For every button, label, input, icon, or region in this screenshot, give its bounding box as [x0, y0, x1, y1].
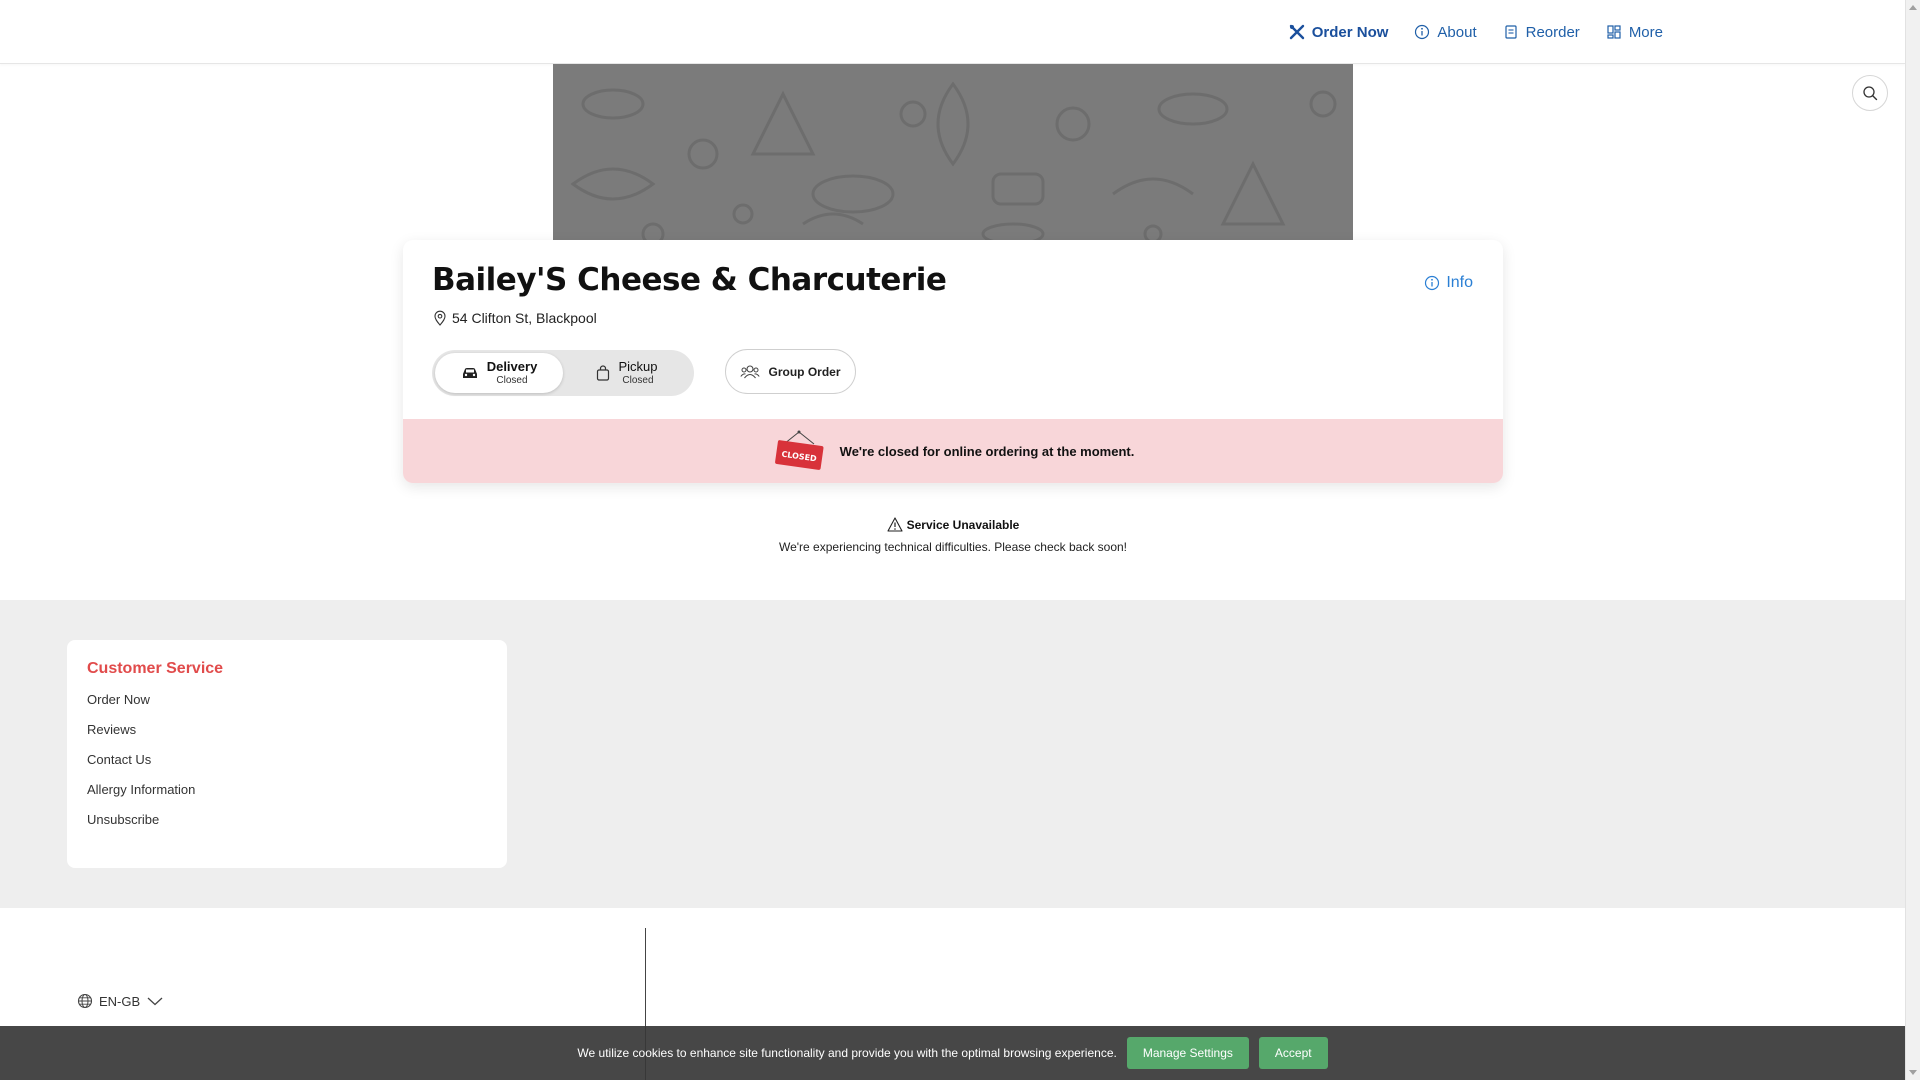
main-nav: Order Now About Reorder More [1289, 0, 1663, 64]
nav-more-label: More [1628, 23, 1663, 41]
store-info-link[interactable]: Info [1424, 274, 1473, 292]
service-unavailable-title: Service Unavailable [906, 518, 1020, 532]
footer-link-allergy-information[interactable]: Allergy Information [87, 782, 487, 812]
pickup-mode-status: Closed [622, 374, 654, 386]
chevron-down-icon [147, 997, 163, 1006]
info-circle-icon [1415, 24, 1430, 40]
page-scrollbar[interactable] [1905, 0, 1920, 1080]
group-order-label: Group Order [768, 364, 841, 379]
store-address: 54 Clifton St, Blackpool [432, 310, 597, 326]
nav-more[interactable]: More [1606, 24, 1663, 41]
service-unavailable-notice: Service Unavailable We're experiencing t… [553, 517, 1353, 554]
nav-reorder[interactable]: Reorder [1503, 24, 1580, 41]
scroll-up-arrow-icon[interactable] [1909, 5, 1917, 10]
location-pin-icon [434, 310, 446, 326]
car-icon [462, 368, 477, 378]
closed-notice-banner: CLOSED We're closed for online ordering … [403, 419, 1503, 483]
shopping-bag-icon [597, 365, 610, 381]
nav-order-now[interactable]: Order Now [1289, 23, 1389, 41]
footer-link-order-now[interactable]: Order Now [87, 692, 487, 722]
manage-settings-button[interactable]: Manage Settings [1126, 1037, 1249, 1069]
store-banner-image [553, 64, 1353, 240]
food-pattern-illustration [553, 64, 1353, 240]
accept-cookies-button[interactable]: Accept [1258, 1037, 1328, 1069]
info-circle-icon [1425, 275, 1440, 291]
top-navigation-bar: Order Now About Reorder More [0, 0, 1905, 64]
delivery-mode-status: Closed [496, 374, 528, 386]
language-selector[interactable]: EN-GB [77, 993, 164, 1009]
closed-message: We're closed for online ordering at the … [839, 443, 1135, 459]
delivery-mode-button[interactable]: Delivery Closed [435, 353, 563, 393]
delivery-mode-label: Delivery [486, 359, 538, 375]
customer-service-title: Customer Service [87, 660, 224, 677]
footer-link-unsubscribe[interactable]: Unsubscribe [87, 812, 487, 842]
pickup-mode-button[interactable]: Pickup Closed [563, 353, 691, 393]
fulfillment-mode-toggle: Delivery Closed Pickup Closed [432, 350, 694, 396]
receipt-icon [1505, 25, 1517, 39]
nav-about-label: About [1437, 23, 1477, 41]
nav-order-now-label: Order Now [1311, 23, 1389, 41]
footer-section: Customer Service Order Now Reviews Conta… [0, 600, 1905, 908]
warning-triangle-icon [887, 517, 903, 532]
service-unavailable-message: We're experiencing technical difficultie… [778, 540, 1128, 554]
closed-sign-icon: CLOSED [774, 430, 824, 470]
cookie-consent-bar: We utilize cookies to enhance site funct… [0, 1026, 1905, 1080]
footer-link-reviews[interactable]: Reviews [87, 722, 487, 752]
pickup-mode-label: Pickup [618, 359, 658, 375]
search-button[interactable] [1852, 75, 1888, 111]
search-icon [1863, 86, 1878, 101]
store-info-label: Info [1446, 274, 1473, 291]
group-order-button[interactable]: Group Order [725, 349, 856, 394]
nav-about[interactable]: About [1414, 23, 1477, 41]
customer-service-card: Customer Service Order Now Reviews Conta… [67, 640, 507, 868]
language-code: EN-GB [99, 993, 141, 1009]
grid-icon [1607, 25, 1621, 39]
store-name: Bailey'S Cheese & Charcuterie [432, 262, 947, 298]
cookie-consent-text: We utilize cookies to enhance site funct… [577, 1046, 1117, 1060]
store-address-text: 54 Clifton St, Blackpool [452, 310, 597, 326]
utensils-icon [1289, 24, 1304, 40]
scroll-down-arrow-icon[interactable] [1909, 1070, 1917, 1075]
globe-icon [77, 993, 93, 1009]
store-info-card: Bailey'S Cheese & Charcuterie 54 Clifton… [403, 240, 1503, 483]
group-users-icon [740, 364, 761, 378]
footer-link-contact-us[interactable]: Contact Us [87, 752, 487, 782]
nav-reorder-label: Reorder [1525, 23, 1580, 41]
